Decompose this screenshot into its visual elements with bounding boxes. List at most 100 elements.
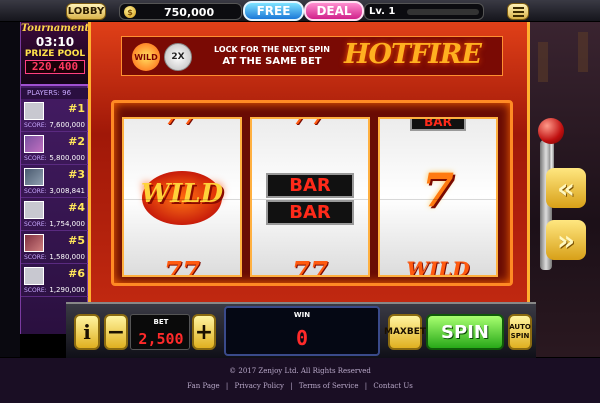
reel-1: 77 WILD 77 — [122, 117, 242, 277]
reel-2-top-symbol: 77 — [252, 119, 368, 131]
player-rank: #2 — [68, 135, 85, 148]
player-rank: #6 — [68, 267, 85, 280]
banner-message: LOCK FOR THE NEXT SPIN AT THE SAME BET — [206, 44, 338, 68]
bar-symbol: BAR — [266, 200, 354, 225]
reel-3-seven-symbol: 7 — [421, 163, 454, 217]
reel-3-bottom-symbol: WILD — [406, 257, 470, 277]
score-label: SCORE: — [24, 221, 47, 228]
player-score: 1,580,000 — [49, 253, 85, 261]
banner-line-2: AT THE SAME BET — [222, 56, 322, 67]
footer-separator: | — [290, 382, 293, 390]
reel-1-wild-symbol: WILD — [140, 179, 224, 209]
level-progress-bar — [407, 9, 479, 15]
win-value: 0 — [295, 326, 309, 350]
free-button[interactable]: FREE — [243, 1, 304, 21]
player-score: 7,600,000 — [49, 121, 85, 129]
avatar — [24, 135, 44, 153]
footer-links: Fan Page | Privacy Policy | Terms of Ser… — [0, 382, 600, 390]
promo-banner: WILD 2X LOCK FOR THE NEXT SPIN AT THE SA… — [121, 36, 503, 76]
score-label: SCORE: — [24, 188, 47, 195]
win-label: WIN — [293, 311, 311, 319]
score-label: SCORE: — [24, 122, 47, 129]
bet-display: BET 2,500 — [130, 314, 190, 350]
top-bar: LOBBY $ 750,000 FREE DEAL Lv. 1 — [0, 0, 600, 22]
deal-button[interactable]: DEAL — [304, 1, 364, 21]
reel-1-top-symbol: 77 — [124, 119, 240, 131]
player-rank: #3 — [68, 168, 85, 181]
level-box: Lv. 1 — [364, 3, 484, 20]
decrease-bet-button[interactable]: − — [104, 314, 128, 350]
footer-link-contact-us[interactable]: Contact Us — [373, 382, 413, 390]
bar-symbol: BAR — [410, 119, 466, 131]
footer-link-fan-page[interactable]: Fan Page — [187, 382, 219, 390]
player-rank: #1 — [68, 102, 85, 115]
reel-3-top-symbol: BAR — [410, 119, 466, 131]
footer: © 2017 Zenjoy Ltd. All Rights Reserved F… — [0, 358, 600, 403]
lever-knob[interactable] — [538, 118, 564, 144]
prize-pool-label: PRIZE POOL — [24, 49, 86, 59]
level-label: Lv. 1 — [369, 6, 396, 17]
menu-icon — [512, 6, 524, 9]
max-bet-button[interactable]: MAX BET — [384, 314, 426, 350]
bar-symbol: BAR — [266, 173, 354, 198]
leaderboard-row[interactable]: #6 SCORE: 1,290,000 — [21, 264, 89, 297]
max-bet-line-2: BET — [406, 326, 427, 337]
wild-badge: WILD — [132, 43, 160, 71]
forward-arrow-button[interactable]: » — [546, 220, 586, 260]
banner-line-1: LOCK FOR THE NEXT SPIN — [214, 45, 330, 54]
bet-value: 2,500 — [138, 330, 184, 348]
reel-3: BAR 7 WILD — [378, 117, 498, 277]
copyright-text: © 2017 Zenjoy Ltd. All Rights Reserved — [229, 367, 371, 375]
leaderboard-row[interactable]: #4 SCORE: 1,754,000 — [21, 198, 89, 231]
slot-cabinet: WILD 2X LOCK FOR THE NEXT SPIN AT THE SA… — [88, 22, 530, 302]
lobby-button[interactable]: LOBBY — [66, 3, 106, 20]
reel-2: 77 BAR BAR 77 — [250, 117, 370, 277]
bet-label: BET — [153, 318, 169, 326]
leaderboard-row[interactable]: #5 SCORE: 1,580,000 — [21, 231, 89, 264]
spin-button[interactable]: SPIN — [426, 314, 504, 350]
leaderboard-row[interactable]: #1 SCORE: 7,600,000 — [21, 99, 89, 132]
player-score: 1,290,000 — [49, 286, 85, 294]
leaderboard-row[interactable]: #2 SCORE: 5,800,000 — [21, 132, 89, 165]
coin-balance-box: $ 750,000 — [119, 3, 242, 20]
footer-link-privacy-policy[interactable]: Privacy Policy — [234, 382, 284, 390]
increase-bet-button[interactable]: + — [192, 314, 216, 350]
score-label: SCORE: — [24, 155, 47, 162]
avatar — [24, 201, 44, 219]
payline — [124, 199, 240, 200]
prize-pool-value: 220,400 — [25, 60, 85, 74]
payline — [380, 199, 496, 200]
leaderboard-row[interactable]: #3 SCORE: 3,008,841 — [21, 165, 89, 198]
avatar — [24, 234, 44, 252]
player-rank: #5 — [68, 234, 85, 247]
rewind-arrow-button[interactable]: « — [546, 168, 586, 208]
tournament-header: Tournament 03:10 PRIZE POOL 220,400 — [21, 22, 89, 86]
left-background — [0, 22, 20, 357]
background-lamp — [578, 32, 588, 72]
avatar — [24, 267, 44, 285]
player-score: 1,754,000 — [49, 220, 85, 228]
tournament-title: Tournament — [21, 23, 90, 34]
tournament-timer: 03:10 — [35, 35, 75, 49]
avatar — [24, 168, 44, 186]
player-score: 3,008,841 — [49, 187, 85, 195]
reel-2-bottom-symbol: 77 — [291, 257, 329, 277]
score-label: SCORE: — [24, 254, 47, 261]
tournament-panel: Tournament 03:10 PRIZE POOL 220,400 PLAY… — [20, 22, 89, 334]
reel-frame: 77 WILD 77 77 BAR BAR 77 BAR 7 WILD — [111, 100, 513, 286]
info-button[interactable]: i — [74, 314, 100, 350]
hotfire-logo: HOTFIRE — [344, 39, 482, 70]
auto-spin-line-1: AUTO — [509, 323, 531, 331]
auto-spin-button[interactable]: AUTO SPIN — [508, 314, 532, 350]
background-lamp — [538, 42, 548, 82]
auto-spin-line-2: SPIN — [510, 332, 530, 340]
multiplier-badge: 2X — [164, 43, 192, 71]
control-bar: i − BET 2,500 + WIN 0 MAX BET SPIN AUTO … — [66, 302, 536, 358]
menu-button[interactable] — [507, 3, 529, 20]
footer-separator: | — [364, 382, 368, 390]
coin-icon: $ — [124, 6, 136, 18]
max-bet-line-1: MAX — [383, 326, 407, 337]
payline — [252, 199, 368, 200]
footer-link-terms-of-service[interactable]: Terms of Service — [299, 382, 359, 390]
reel-1-bottom-symbol: 77 — [163, 257, 201, 277]
